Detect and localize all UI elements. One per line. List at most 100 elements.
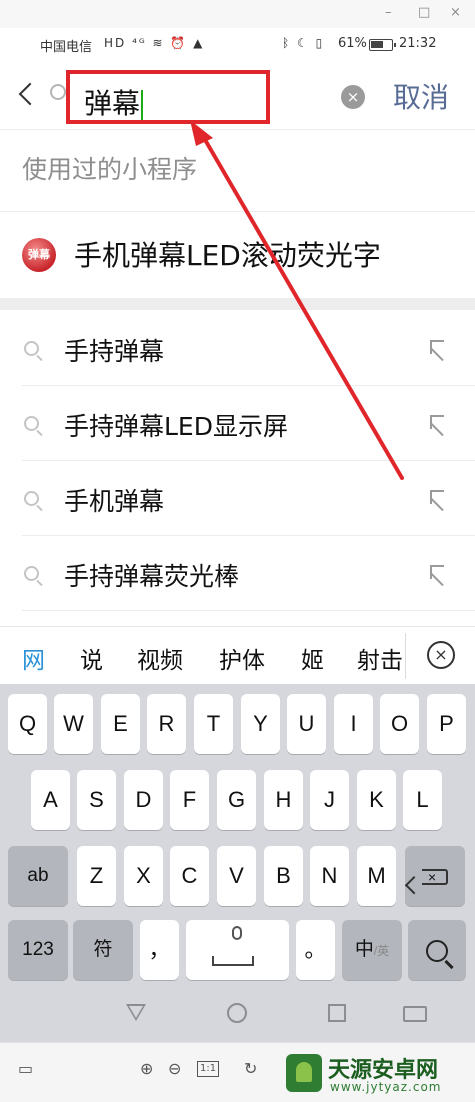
actual-size-icon[interactable]: 1:1 [197,1061,220,1077]
key-language-toggle[interactable]: 中/英 [342,920,402,980]
clock: 21:32 [399,36,437,51]
zoom-in-icon[interactable]: ⊕ [140,1059,153,1079]
key-space[interactable] [186,920,289,980]
mini-program-item[interactable]: 弹幕 手机弹幕LED滚动荧光字 [0,212,475,296]
suggestion-item[interactable]: 手持弹幕 [0,312,475,386]
search-query-text: 弹幕 [84,87,141,120]
signal-wifi-alarm-icons: HD ⁴ᴳ ≋ ⏰ ▲ [104,36,205,50]
key-w[interactable]: W [54,694,93,754]
bluetooth-dnd-vibrate-icons: ᛒ ☾ ▯ [282,36,325,50]
backspace-icon: × [422,869,448,886]
battery-icon [369,39,396,51]
candidate-word[interactable]: 姬 [301,641,324,675]
candidate-word[interactable]: 视频 [137,641,183,675]
key-search[interactable] [408,920,466,980]
emulator-titlebar: – □ × [0,0,475,28]
key-g[interactable]: G [217,770,256,830]
key-backspace[interactable]: × [405,846,465,906]
key-numbers[interactable]: 123 [8,920,68,980]
key-k[interactable]: K [357,770,396,830]
soft-keyboard: Q W E R T Y U I O P A S D F G H J K L ab… [0,684,475,984]
key-period[interactable]: 。 [296,920,335,980]
key-r[interactable]: R [147,694,186,754]
nav-back-icon[interactable] [126,1004,146,1021]
key-x[interactable]: X [124,846,163,906]
suggestion-text: 手持弹幕 [64,337,165,366]
suggestion-item[interactable]: 手持弹幕荧光棒 [0,537,475,611]
key-e[interactable]: E [101,694,140,754]
suggestion-item[interactable]: 手机弹幕 [0,462,475,536]
rotate-icon[interactable]: ↻ [244,1059,257,1079]
search-header: 弹幕 × 取消 [0,62,475,130]
key-u[interactable]: U [287,694,326,754]
clear-input-icon[interactable]: × [341,85,365,109]
search-icon [24,566,39,581]
key-f[interactable]: F [170,770,209,830]
maximize-window-button[interactable]: □ [418,4,430,22]
key-v[interactable]: V [217,846,256,906]
key-j[interactable]: J [310,770,349,830]
screen-icon[interactable]: ▭ [18,1059,33,1079]
section-gap [0,298,475,310]
search-icon [24,341,39,356]
close-window-button[interactable]: × [450,4,461,22]
suggestion-text: 手持弹幕荧光棒 [64,562,240,591]
divider [22,385,475,386]
status-bar: 中国电信 HD ⁴ᴳ ≋ ⏰ ▲ ᛒ ☾ ▯ 61% 21:32 [0,28,475,62]
cancel-button[interactable]: 取消 [393,76,449,116]
fill-query-arrow-icon[interactable] [430,340,448,358]
text-caret [141,90,144,120]
key-shift[interactable]: ab [8,846,68,906]
candidate-word[interactable]: 护体 [219,641,265,675]
key-b[interactable]: B [264,846,303,906]
key-m[interactable]: M [357,846,396,906]
watermark: 天源安卓网 www.jytyaz.com [286,1050,475,1100]
key-y[interactable]: Y [241,694,280,754]
battery-fill [371,41,383,48]
back-arrow-icon[interactable] [16,78,38,112]
key-z[interactable]: Z [77,846,116,906]
key-s[interactable]: S [77,770,116,830]
divider [22,460,475,461]
fill-query-arrow-icon[interactable] [430,490,448,508]
candidate-word[interactable]: 网 [22,641,45,675]
key-l[interactable]: L [403,770,442,830]
key-n[interactable]: N [310,846,349,906]
mini-program-avatar-icon: 弹幕 [22,238,56,272]
space-icon [212,956,254,966]
carrier-label: 中国电信 [40,40,93,55]
key-c[interactable]: C [170,846,209,906]
key-d[interactable]: D [124,770,163,830]
nav-home-icon[interactable] [227,1003,247,1023]
zoom-out-icon[interactable]: ⊖ [168,1059,181,1079]
divider [405,633,406,679]
search-input[interactable]: 弹幕 [66,70,270,124]
key-h[interactable]: H [264,770,303,830]
keyboard-switch-icon[interactable] [403,1006,427,1022]
minimize-window-button[interactable]: – [385,4,392,22]
close-candidates-icon[interactable]: × [427,641,455,669]
key-p[interactable]: P [427,694,466,754]
watermark-logo-icon [286,1054,322,1092]
key-t[interactable]: T [194,694,233,754]
key-comma[interactable]: ， [140,920,179,980]
mini-program-name: 手机弹幕LED滚动荧光字 [74,239,381,272]
nav-recents-icon[interactable] [328,1004,346,1022]
battery-percent: 61% [338,36,367,51]
divider [22,610,475,611]
key-a[interactable]: A [31,770,70,830]
used-programs-title: 使用过的小程序 [22,155,198,184]
key-symbols[interactable]: 符 [73,920,133,980]
search-icon [426,940,448,963]
key-q[interactable]: Q [8,694,47,754]
ime-candidate-bar: 网 说 视频 护体 姬 射击 × [0,626,475,684]
fill-query-arrow-icon[interactable] [430,415,448,433]
key-i[interactable]: I [334,694,373,754]
microphone-icon [232,926,242,940]
candidate-word[interactable]: 射击 [357,641,403,675]
navigation-bar [0,984,475,1042]
key-o[interactable]: O [380,694,419,754]
candidate-word[interactable]: 说 [80,641,103,675]
fill-query-arrow-icon[interactable] [430,565,448,583]
suggestion-item[interactable]: 手持弹幕LED显示屏 [0,387,475,461]
